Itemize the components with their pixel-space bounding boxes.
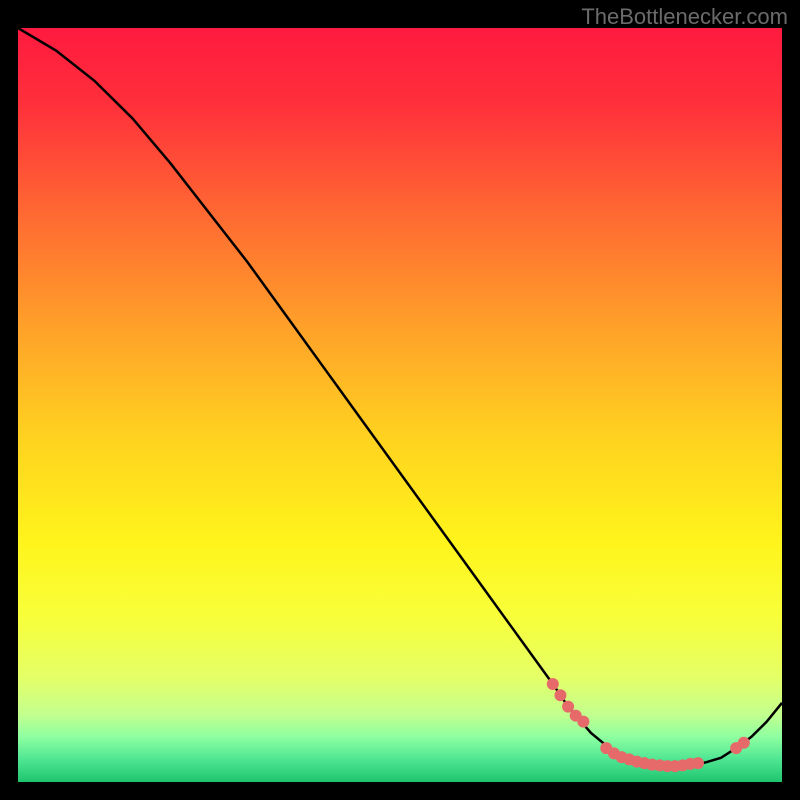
gradient-background xyxy=(18,28,782,782)
data-marker xyxy=(547,678,559,690)
data-marker xyxy=(738,737,750,749)
watermark-text: TheBottlenecker.com xyxy=(581,4,788,30)
data-marker xyxy=(554,689,566,701)
chart-plot-area xyxy=(18,28,782,782)
data-marker xyxy=(577,716,589,728)
data-marker xyxy=(692,757,704,769)
chart-svg xyxy=(18,28,782,782)
